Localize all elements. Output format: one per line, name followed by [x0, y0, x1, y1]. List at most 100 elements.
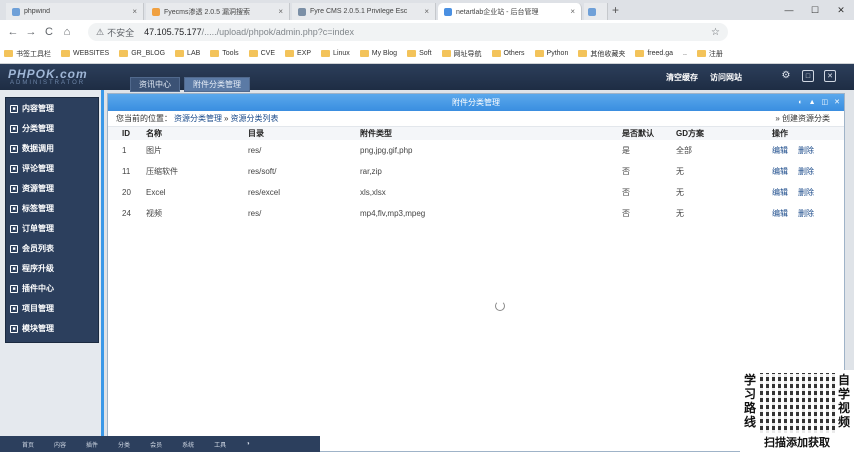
new-tab-button[interactable]: +	[612, 3, 619, 17]
sidebar-item-plugins[interactable]: ■ 插件中心	[10, 281, 96, 296]
bookmark-item[interactable]: Tools	[210, 50, 239, 57]
taskbar-item[interactable]: 内容	[54, 440, 66, 449]
edit-link[interactable]: 编辑	[772, 167, 788, 176]
add-category-button[interactable]: » 创建资源分类	[775, 113, 830, 124]
sidebar-item-data-call[interactable]: ■ 数据调用	[10, 141, 96, 156]
cms-logo[interactable]: PHPOK.com	[8, 67, 88, 81]
close-icon[interactable]: ×	[424, 7, 429, 16]
checkbox-icon: ■	[10, 104, 18, 113]
folder-icon	[491, 50, 501, 57]
close-icon[interactable]: ×	[570, 7, 575, 16]
top-nav-item-attachment[interactable]: 附件分类管理	[184, 77, 250, 92]
insecure-label[interactable]: 不安全	[107, 26, 134, 39]
taskbar-item[interactable]: 会员	[150, 440, 162, 449]
promo-char: 自	[837, 373, 850, 387]
header-name: 名称	[146, 127, 248, 140]
browser-tab[interactable]: phpwind ×	[6, 3, 144, 20]
browser-tab[interactable]: Fyecms渗透 2.0.5 漏洞搜索 ×	[146, 3, 290, 20]
sidebar-item-resources[interactable]: ■ 资源管理	[10, 181, 96, 196]
window-controls: — ☐ ✕	[776, 0, 854, 20]
checkbox-icon: ■	[10, 324, 18, 333]
bookmark-item[interactable]: 注册	[696, 49, 723, 59]
maximize-button[interactable]: ☐	[802, 0, 828, 20]
browser-tab-bar: phpwind × Fyecms渗透 2.0.5 漏洞搜索 × Fyre CMS…	[0, 0, 854, 20]
bookmark-item[interactable]: EXP	[285, 50, 311, 57]
close-icon[interactable]: ✕	[834, 94, 840, 111]
bookmark-item[interactable]: CVE	[248, 50, 275, 57]
reload-button[interactable]: C	[40, 26, 58, 38]
bookmark-item[interactable]: WEBSITES	[61, 50, 109, 57]
table-row: 1 图片 res/ png,jpg,gif,php 是 全部 编辑 删除	[108, 140, 844, 161]
bookmark-item[interactable]: 网址导航	[441, 49, 482, 59]
refresh-icon[interactable]: ◐	[798, 94, 802, 111]
bookmark-item[interactable]: Python	[534, 50, 568, 57]
promo-char: 频	[837, 415, 850, 429]
sidebar-item-upgrade[interactable]: ■ 程序升级	[10, 261, 96, 276]
url-bar[interactable]: ⚠ 不安全 47.105.75.177 /...../upload/phpok/…	[88, 23, 728, 41]
bookmark-item[interactable]: 书签工具栏	[4, 49, 51, 59]
bookmark-item[interactable]: ..	[683, 50, 687, 57]
sidebar-item-projects[interactable]: ■ 项目管理	[10, 301, 96, 316]
close-icon[interactable]: ×	[278, 7, 283, 16]
taskbar-item[interactable]: ◑	[246, 441, 250, 447]
delete-link[interactable]: 删除	[798, 167, 814, 176]
minimize-button[interactable]: —	[776, 0, 802, 20]
browser-tab[interactable]	[584, 3, 608, 20]
bookmark-item[interactable]: LAB	[175, 50, 200, 57]
sidebar-item-members[interactable]: ■ 会员列表	[10, 241, 96, 256]
clear-cache-link[interactable]: 清空缓存	[666, 72, 698, 83]
forward-button[interactable]: →	[22, 26, 40, 38]
browser-tab[interactable]: Fyre CMS 2.0.5.1 Privilege Esc ×	[292, 3, 436, 20]
sidebar: ■ 内容管理 ■ 分类管理 ■ 数据调用 ■ 评论管理 ■ 资源管理 ■ 标签管理 ■ 订单管…	[0, 90, 104, 452]
cell-name: 视频	[146, 209, 162, 218]
table-row: 20 Excel res/excel xls,xlsx 否 无 编辑 删除	[108, 182, 844, 203]
bookmark-item[interactable]: Linux	[321, 50, 350, 57]
close-window-button[interactable]: ✕	[828, 0, 854, 20]
bookmark-item[interactable]: My Blog	[359, 50, 397, 57]
checkbox-icon: ■	[10, 164, 18, 173]
taskbar-item[interactable]: 分类	[118, 440, 130, 449]
taskbar-item[interactable]: 系统	[182, 440, 194, 449]
browser-tab-active[interactable]: netartlab企业站 - 后台管理 ×	[438, 3, 582, 20]
close-icon[interactable]: ×	[132, 7, 137, 16]
logout-icon[interactable]: ✕	[824, 70, 836, 82]
gear-icon[interactable]: ⚙	[780, 70, 792, 82]
taskbar-item[interactable]: 工具	[214, 440, 226, 449]
breadcrumb-link[interactable]: 资源分类管理	[174, 113, 222, 124]
sidebar-item-modules[interactable]: ■ 模块管理	[10, 321, 96, 336]
top-nav-item-news[interactable]: 资讯中心	[130, 77, 180, 92]
bookmark-item[interactable]: Others	[491, 50, 525, 57]
collapse-icon[interactable]: ▲	[809, 94, 816, 111]
sidebar-menu: ■ 内容管理 ■ 分类管理 ■ 数据调用 ■ 评论管理 ■ 资源管理 ■ 标签管理 ■ 订单管…	[5, 97, 99, 343]
star-icon[interactable]: ☆	[711, 27, 720, 38]
folder-icon	[407, 50, 417, 57]
folder-icon	[175, 50, 185, 57]
checkbox-icon: ■	[10, 144, 18, 153]
breadcrumb-link[interactable]: 资源分类列表	[230, 113, 278, 124]
taskbar-item[interactable]: 插件	[86, 440, 98, 449]
edit-link[interactable]: 编辑	[772, 209, 788, 218]
window-icon[interactable]: □	[802, 70, 814, 82]
favicon-icon	[588, 7, 596, 16]
bookmark-item[interactable]: 其他收藏夹	[578, 49, 625, 59]
bookmark-item[interactable]: Soft	[407, 50, 432, 57]
sidebar-item-content[interactable]: ■ 内容管理	[10, 101, 96, 116]
edit-link[interactable]: 编辑	[772, 188, 788, 197]
home-button[interactable]: ⌂	[58, 26, 76, 38]
delete-link[interactable]: 删除	[798, 209, 814, 218]
delete-link[interactable]: 删除	[798, 146, 814, 155]
delete-link[interactable]: 删除	[798, 188, 814, 197]
maximize-icon[interactable]: ◫	[822, 94, 829, 111]
edit-link[interactable]: 编辑	[772, 146, 788, 155]
cell-id: 1	[122, 146, 127, 155]
back-button[interactable]: ←	[4, 26, 22, 38]
sidebar-item-orders[interactable]: ■ 订单管理	[10, 221, 96, 236]
sidebar-item-tags[interactable]: ■ 标签管理	[10, 201, 96, 216]
sidebar-item-category[interactable]: ■ 分类管理	[10, 121, 96, 136]
bookmark-item[interactable]: freed.ga	[635, 50, 673, 57]
visit-site-link[interactable]: 访问网站	[710, 72, 742, 83]
cell-name: 压缩软件	[146, 167, 178, 176]
taskbar-item[interactable]: 首页	[22, 440, 34, 449]
bookmark-item[interactable]: GR_BLOG	[119, 50, 165, 57]
sidebar-item-comments[interactable]: ■ 评论管理	[10, 161, 96, 176]
